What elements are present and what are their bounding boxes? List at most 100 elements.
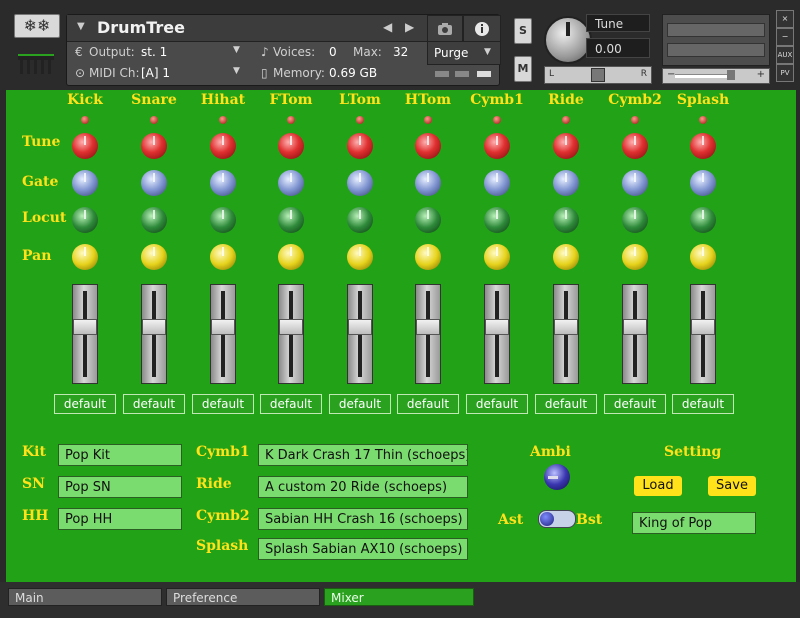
save-button[interactable]: Save bbox=[708, 476, 756, 496]
ftom-fader[interactable] bbox=[278, 284, 304, 384]
splash-field[interactable]: Splash Sabian AX10 (schoeps) bbox=[258, 538, 468, 560]
snapshot-button[interactable] bbox=[427, 15, 463, 43]
snare-tune-knob[interactable] bbox=[141, 133, 167, 159]
kick-tune-knob[interactable] bbox=[72, 133, 98, 159]
cymb1-field[interactable]: K Dark Crash 17 Thin (schoeps) bbox=[258, 444, 468, 466]
volume-slider[interactable]: − + bbox=[662, 68, 770, 84]
cymb1-tune-knob[interactable] bbox=[484, 133, 510, 159]
max-voices-value[interactable]: 32 bbox=[393, 45, 408, 59]
ride-tune-knob[interactable] bbox=[553, 133, 579, 159]
preset-name-field[interactable]: King of Pop bbox=[632, 512, 756, 534]
pv-button[interactable]: PV bbox=[776, 64, 794, 82]
splash-preset-button[interactable]: default bbox=[672, 394, 734, 414]
tab-preference[interactable]: Preference bbox=[166, 588, 320, 606]
hihat-pan-knob[interactable] bbox=[210, 244, 236, 270]
splash-pan-knob[interactable] bbox=[690, 244, 716, 270]
splash-tune-knob[interactable] bbox=[690, 133, 716, 159]
ltom-pan-knob[interactable] bbox=[347, 244, 373, 270]
purge-menu[interactable]: Purge ▼ bbox=[427, 41, 501, 65]
ride-pan-knob[interactable] bbox=[553, 244, 579, 270]
ltom-preset-button[interactable]: default bbox=[329, 394, 391, 414]
ride-gate-knob[interactable] bbox=[553, 170, 579, 196]
cymb2-fader[interactable] bbox=[622, 284, 648, 384]
ftom-tune-knob[interactable] bbox=[278, 133, 304, 159]
ltom-fader[interactable] bbox=[347, 284, 373, 384]
ltom-fader-handle[interactable] bbox=[348, 319, 372, 335]
minimize-button[interactable]: − bbox=[776, 28, 794, 46]
htom-pan-knob[interactable] bbox=[415, 244, 441, 270]
kick-pan-knob[interactable] bbox=[72, 244, 98, 270]
tune-value[interactable]: 0.00 bbox=[586, 38, 650, 58]
hihat-preset-button[interactable]: default bbox=[192, 394, 254, 414]
sn-field[interactable]: Pop SN bbox=[58, 476, 182, 498]
snare-fader-handle[interactable] bbox=[142, 319, 166, 335]
ltom-locut-knob[interactable] bbox=[347, 207, 373, 233]
pan-slider-handle[interactable] bbox=[591, 68, 605, 82]
hihat-tune-knob[interactable] bbox=[210, 133, 236, 159]
cymb2-preset-button[interactable]: default bbox=[604, 394, 666, 414]
ast-bst-toggle[interactable] bbox=[538, 510, 576, 528]
tab-main[interactable]: Main bbox=[8, 588, 162, 606]
volume-slider-handle[interactable] bbox=[727, 70, 735, 80]
kick-gate-knob[interactable] bbox=[72, 170, 98, 196]
hh-field[interactable]: Pop HH bbox=[58, 508, 182, 530]
hihat-locut-knob[interactable] bbox=[210, 207, 236, 233]
kick-fader-handle[interactable] bbox=[73, 319, 97, 335]
splash-fader-handle[interactable] bbox=[691, 319, 715, 335]
cymb1-gate-knob[interactable] bbox=[484, 170, 510, 196]
hihat-fader[interactable] bbox=[210, 284, 236, 384]
cymb1-preset-button[interactable]: default bbox=[466, 394, 528, 414]
hihat-gate-knob[interactable] bbox=[210, 170, 236, 196]
collapse-icon[interactable]: ▼ bbox=[77, 21, 85, 32]
htom-fader-handle[interactable] bbox=[416, 319, 440, 335]
splash-locut-knob[interactable] bbox=[690, 207, 716, 233]
kick-locut-knob[interactable] bbox=[72, 207, 98, 233]
cymb1-fader-handle[interactable] bbox=[485, 319, 509, 335]
kick-fader[interactable] bbox=[72, 284, 98, 384]
instrument-name[interactable]: DrumTree bbox=[97, 18, 185, 37]
midi-channel-value[interactable]: [A] 1 bbox=[141, 66, 170, 80]
htom-fader[interactable] bbox=[415, 284, 441, 384]
snare-fader[interactable] bbox=[141, 284, 167, 384]
ltom-tune-knob[interactable] bbox=[347, 133, 373, 159]
solo-button[interactable]: S bbox=[514, 18, 532, 44]
kit-field[interactable]: Pop Kit bbox=[58, 444, 182, 466]
kick-preset-button[interactable]: default bbox=[54, 394, 116, 414]
ride-field[interactable]: A custom 20 Ride (schoeps) bbox=[258, 476, 468, 498]
snare-preset-button[interactable]: default bbox=[123, 394, 185, 414]
next-instrument-icon[interactable]: ▶ bbox=[405, 20, 414, 34]
mute-button[interactable]: M bbox=[514, 56, 532, 82]
cymb2-fader-handle[interactable] bbox=[623, 319, 647, 335]
tune-knob[interactable] bbox=[544, 16, 592, 64]
ltom-gate-knob[interactable] bbox=[347, 170, 373, 196]
cymb2-field[interactable]: Sabian HH Crash 16 (schoeps) bbox=[258, 508, 468, 530]
splash-fader[interactable] bbox=[690, 284, 716, 384]
close-button[interactable]: × bbox=[776, 10, 794, 28]
ambi-knob[interactable] bbox=[544, 464, 570, 490]
htom-tune-knob[interactable] bbox=[415, 133, 441, 159]
cymb1-fader[interactable] bbox=[484, 284, 510, 384]
pan-slider[interactable]: L R bbox=[544, 66, 652, 84]
cymb2-tune-knob[interactable] bbox=[622, 133, 648, 159]
snare-pan-knob[interactable] bbox=[141, 244, 167, 270]
output-value[interactable]: st. 1 bbox=[141, 45, 167, 59]
cymb1-pan-knob[interactable] bbox=[484, 244, 510, 270]
output-dropdown-icon[interactable]: ▼ bbox=[233, 45, 240, 55]
splash-gate-knob[interactable] bbox=[690, 170, 716, 196]
htom-locut-knob[interactable] bbox=[415, 207, 441, 233]
hihat-fader-handle[interactable] bbox=[211, 319, 235, 335]
cymb2-pan-knob[interactable] bbox=[622, 244, 648, 270]
ride-preset-button[interactable]: default bbox=[535, 394, 597, 414]
ftom-gate-knob[interactable] bbox=[278, 170, 304, 196]
htom-gate-knob[interactable] bbox=[415, 170, 441, 196]
snowflake-icon[interactable]: ❄❄ bbox=[14, 14, 60, 38]
htom-preset-button[interactable]: default bbox=[397, 394, 459, 414]
info-button[interactable] bbox=[463, 15, 501, 43]
ftom-preset-button[interactable]: default bbox=[260, 394, 322, 414]
ride-locut-knob[interactable] bbox=[553, 207, 579, 233]
cymb1-locut-knob[interactable] bbox=[484, 207, 510, 233]
ftom-pan-knob[interactable] bbox=[278, 244, 304, 270]
midi-dropdown-icon[interactable]: ▼ bbox=[233, 66, 240, 76]
aux-button[interactable]: AUX bbox=[776, 46, 794, 64]
ride-fader[interactable] bbox=[553, 284, 579, 384]
